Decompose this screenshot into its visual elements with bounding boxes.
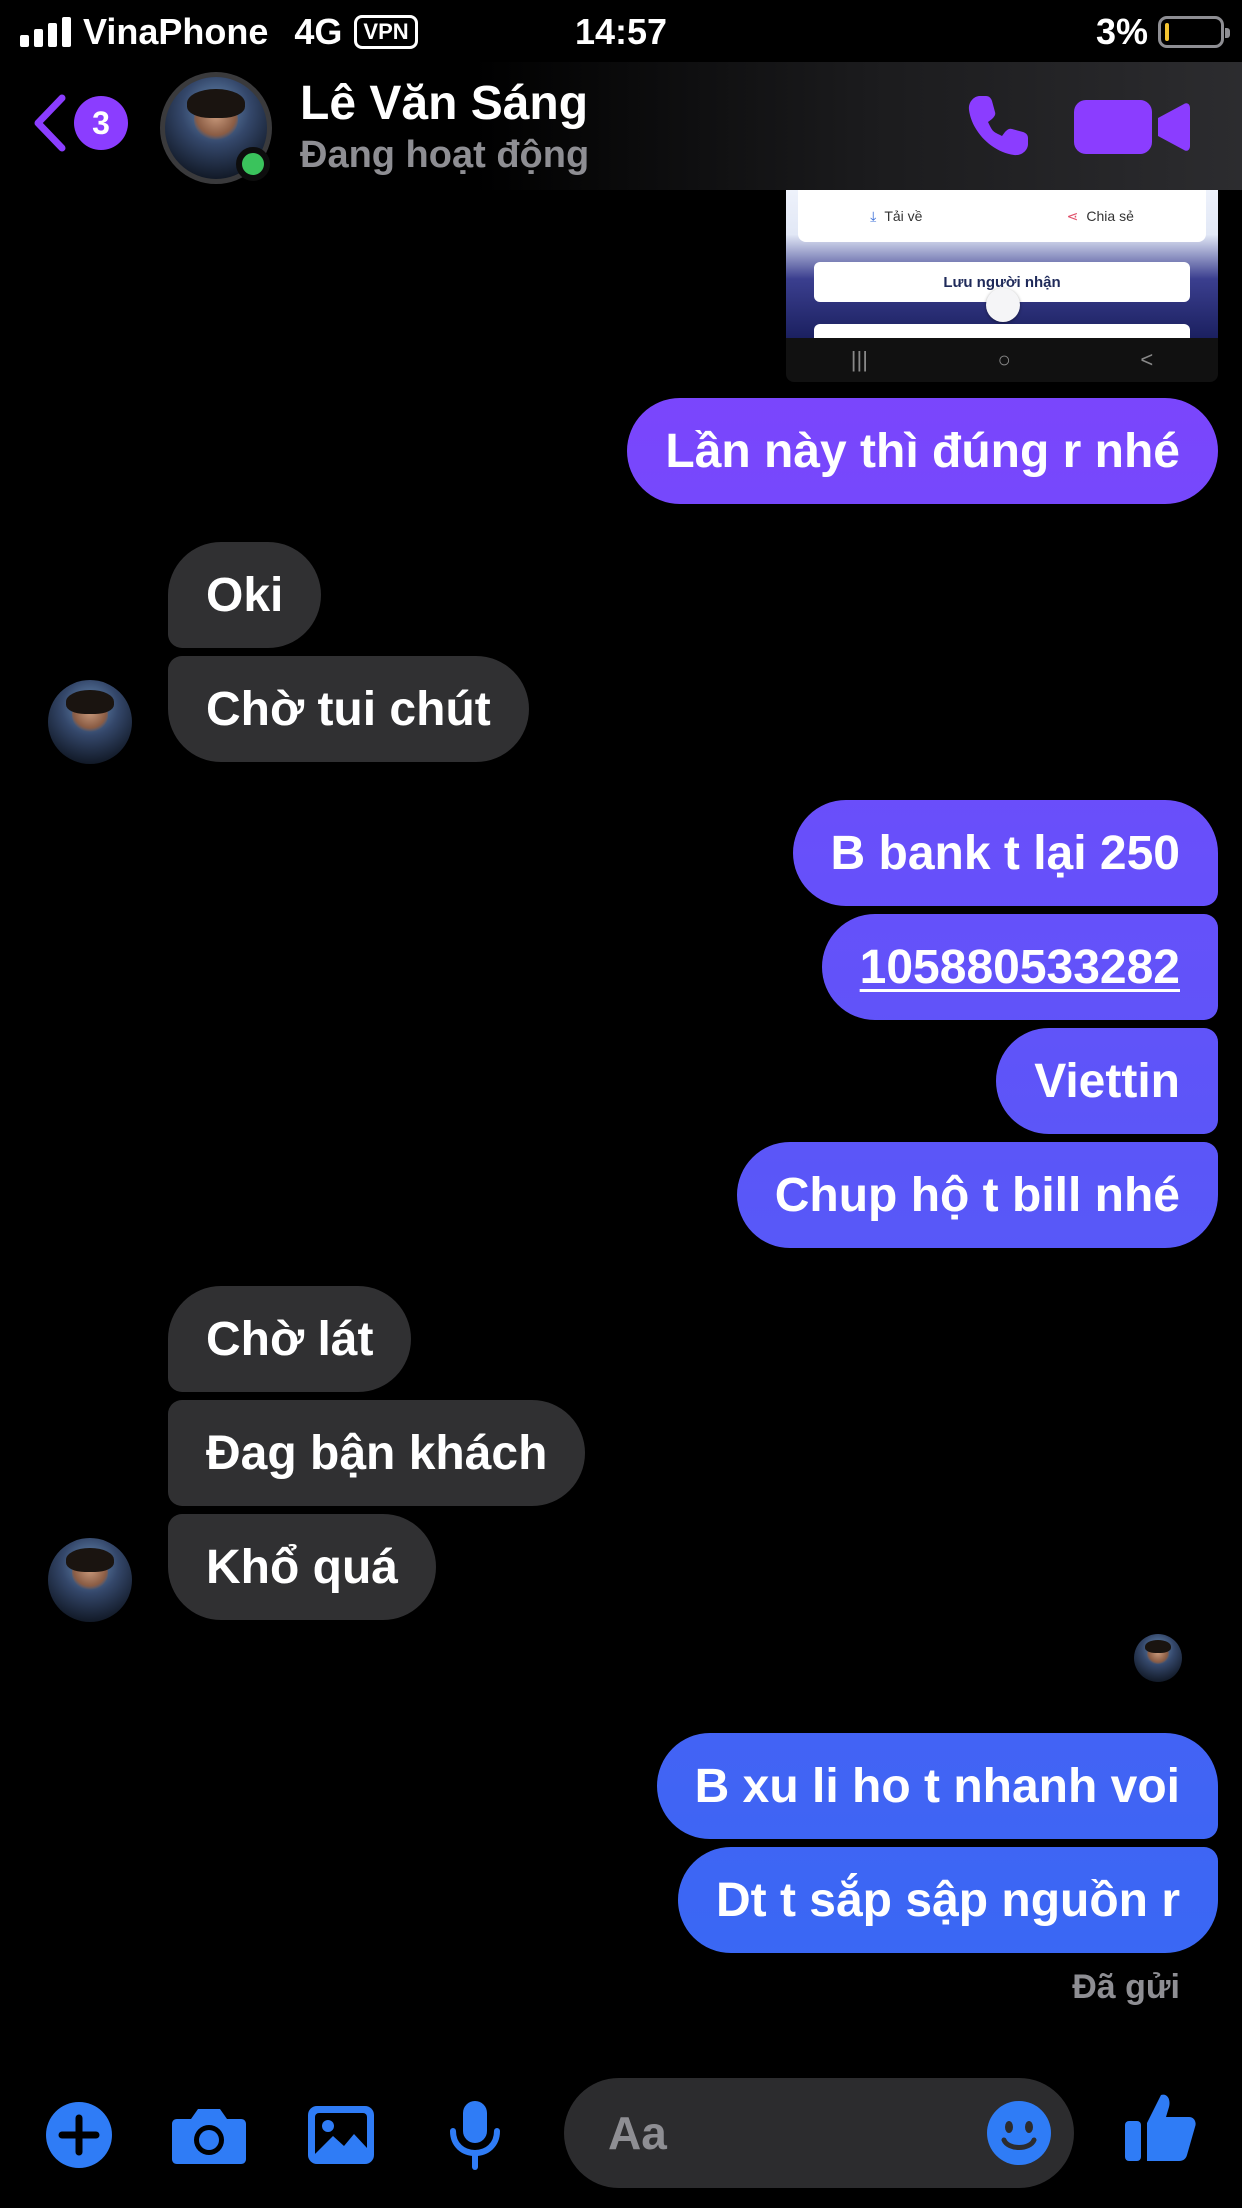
outgoing-message[interactable]: Lần này thì đúng r nhé (627, 398, 1218, 504)
message-composer (0, 2060, 1242, 2208)
camera-icon (172, 2109, 246, 2164)
voice-button[interactable] (436, 2096, 514, 2174)
outgoing-message[interactable]: Viettin (996, 1028, 1218, 1134)
chevron-left-icon (34, 94, 66, 152)
conversation-header: 3 Lê Văn Sáng Đang hoạt động (0, 62, 1242, 190)
messenger-conversation-screen: VinaPhone 4G VPN 14:57 3% 3 Lê Văn Sáng … (0, 0, 1242, 2208)
gallery-button[interactable] (302, 2096, 380, 2174)
incoming-message[interactable]: Chờ lát (168, 1286, 412, 1392)
clock: 14:57 (574, 11, 668, 52)
shared-image-download: ⤓ Tải về (870, 207, 923, 225)
nav-home-icon: ○ (997, 347, 1011, 372)
contact-status: Đang hoạt động (300, 134, 590, 176)
like-button[interactable] (1122, 2088, 1200, 2166)
nav-recent-icon: ||| (850, 347, 868, 372)
delivery-status: Đã gửi (1072, 1968, 1180, 2006)
outgoing-message-link[interactable]: 105880533282 (821, 914, 1218, 1020)
shared-image-share: ⋖ Chia sẻ (1066, 207, 1134, 225)
outgoing-message[interactable]: Dt t sắp sập nguồn r (677, 1847, 1218, 1953)
incoming-message[interactable]: Khổ quá (168, 1514, 436, 1620)
shared-image-action-card: ⤓ Tải về ⋖ Chia sẻ (798, 190, 1206, 242)
shared-image-message[interactable]: ⤓ Tải về ⋖ Chia sẻ Lưu người nhận ||| ○ < (786, 190, 1218, 382)
online-indicator (236, 147, 270, 181)
incoming-message[interactable]: Đag bận khách (168, 1400, 586, 1506)
status-bar: VinaPhone 4G VPN 14:57 3% (0, 0, 1242, 62)
message-input[interactable] (608, 2078, 948, 2188)
nav-back-icon: < (1140, 347, 1154, 372)
phone-call-icon[interactable] (962, 90, 1034, 162)
contact-avatar-small[interactable] (48, 1538, 132, 1622)
microphone-icon (450, 2101, 500, 2170)
emoji-icon[interactable] (986, 2100, 1052, 2166)
outgoing-message[interactable]: Chup hộ t bill nhé (736, 1142, 1218, 1248)
incoming-message[interactable]: Chờ tui chút (168, 656, 529, 762)
image-icon (308, 2106, 374, 2164)
incoming-message[interactable]: Oki (168, 542, 322, 648)
plus-circle-icon (46, 2102, 112, 2168)
unread-count-badge: 3 (74, 96, 128, 150)
contact-name[interactable]: Lê Văn Sáng (300, 76, 588, 131)
battery-percent: 3% (1095, 11, 1148, 52)
outgoing-message[interactable]: B xu li ho t nhanh voi (656, 1733, 1218, 1839)
back-button[interactable]: 3 (30, 92, 128, 154)
video-call-icon[interactable] (1072, 96, 1192, 158)
camera-button[interactable] (170, 2096, 248, 2174)
shared-image-download-icon (986, 288, 1020, 322)
contact-avatar-small[interactable] (48, 680, 132, 764)
message-input-container[interactable] (564, 2078, 1074, 2188)
account-number-link[interactable]: 105880533282 (860, 940, 1180, 995)
share-icon: ⋖ (1066, 207, 1079, 224)
status-right: 3% (1095, 10, 1230, 54)
outgoing-message[interactable]: B bank t lại 250 (792, 800, 1218, 906)
thumbs-up-icon (1125, 2094, 1196, 2161)
add-button[interactable] (40, 2096, 118, 2174)
battery-icon (1158, 16, 1230, 48)
download-icon: ⤓ (870, 207, 877, 224)
read-receipt-avatar (1134, 1634, 1182, 1682)
shared-image-nav-bar: ||| ○ < (786, 338, 1218, 382)
